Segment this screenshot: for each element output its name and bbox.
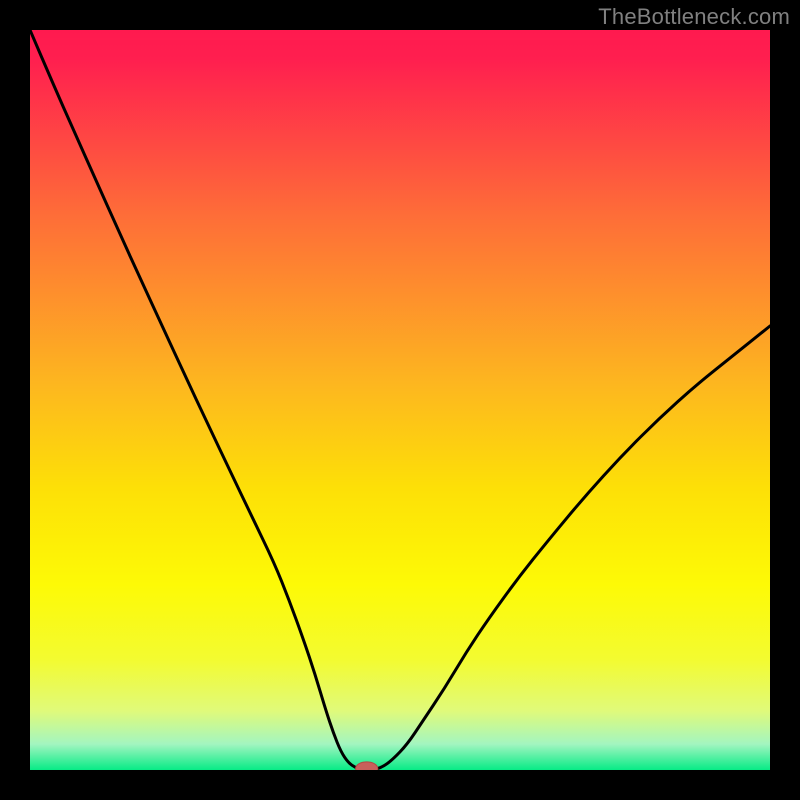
watermark-text: TheBottleneck.com xyxy=(598,4,790,30)
plot-area xyxy=(30,30,770,770)
chart-frame: TheBottleneck.com xyxy=(0,0,800,800)
chart-svg xyxy=(30,30,770,770)
gradient-background xyxy=(30,30,770,770)
